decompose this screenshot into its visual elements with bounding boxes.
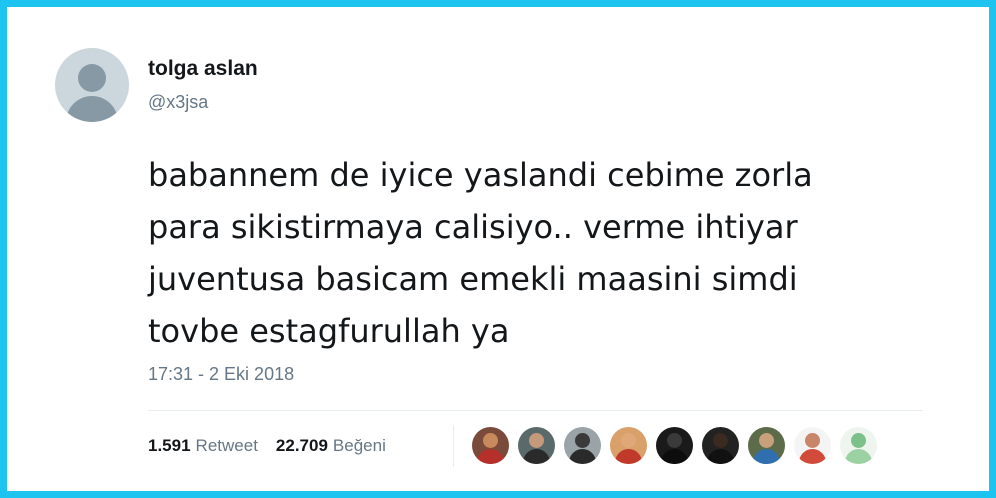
liker-avatar-8[interactable]	[794, 427, 831, 464]
liker-body	[799, 449, 826, 464]
tweet-stats: 1.591 Retweet 22.709 Beğeni	[148, 436, 404, 456]
like-count: 22.709	[275, 436, 328, 455]
liker-body	[615, 449, 642, 464]
liker-body	[845, 449, 872, 464]
liker-head	[805, 433, 820, 448]
avatar-body	[66, 96, 118, 122]
stats-separator	[453, 425, 454, 467]
liker-head	[713, 433, 728, 448]
liker-body	[523, 449, 550, 464]
liker-avatar-7[interactable]	[748, 427, 785, 464]
liker-head	[575, 433, 590, 448]
liker-head	[529, 433, 544, 448]
liker-head	[759, 433, 774, 448]
liker-avatars	[472, 427, 877, 464]
retweet-count: 1.591	[148, 436, 191, 455]
divider	[148, 410, 923, 411]
tweet-card: tolga aslan @x3jsa babannem de iyice yas…	[7, 7, 989, 491]
liker-head	[667, 433, 682, 448]
default-profile-icon[interactable]	[55, 48, 129, 122]
liker-avatar-6[interactable]	[702, 427, 739, 464]
like-stat[interactable]: 22.709 Beğeni	[276, 436, 386, 456]
retweet-stat[interactable]: 1.591 Retweet	[148, 436, 258, 456]
liker-body	[477, 449, 504, 464]
liker-avatar-9[interactable]	[840, 427, 877, 464]
liker-body	[707, 449, 734, 464]
avatar-head	[78, 64, 106, 92]
liker-avatar-1[interactable]	[472, 427, 509, 464]
user-handle[interactable]: @x3jsa	[148, 92, 208, 113]
liker-avatar-3[interactable]	[564, 427, 601, 464]
liker-head	[851, 433, 866, 448]
liker-head	[621, 433, 636, 448]
liker-avatar-2[interactable]	[518, 427, 555, 464]
liker-avatar-4[interactable]	[610, 427, 647, 464]
tweet-timestamp[interactable]: 17:31 - 2 Eki 2018	[148, 364, 294, 385]
like-label: Beğeni	[332, 436, 386, 455]
liker-avatar-5[interactable]	[656, 427, 693, 464]
liker-head	[483, 433, 498, 448]
display-name[interactable]: tolga aslan	[148, 57, 258, 81]
liker-body	[753, 449, 780, 464]
tweet-text: babannem de iyice yaslandi cebime zorla …	[148, 156, 813, 350]
retweet-label: Retweet	[195, 436, 258, 455]
liker-body	[569, 449, 596, 464]
liker-body	[661, 449, 688, 464]
